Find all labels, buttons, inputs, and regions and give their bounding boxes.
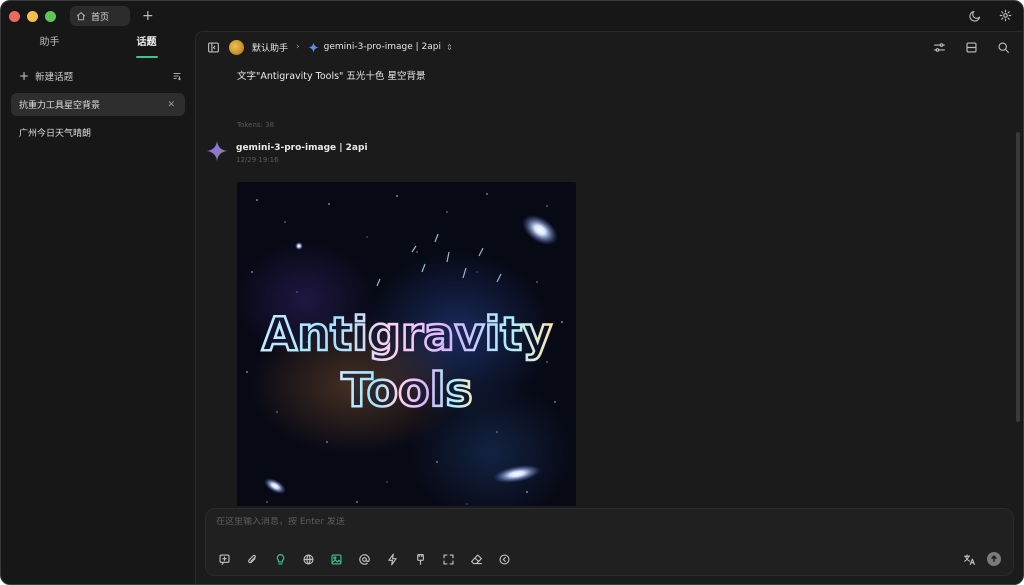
web-search-button[interactable] — [300, 551, 316, 567]
message-meta: Tokens: 38 — [237, 121, 275, 129]
tab-topics[interactable]: 话题 — [98, 33, 195, 59]
translate-arrow-icon — [498, 553, 510, 565]
chat-header: 默认助手 › gemini-3-pro-image | 2api ⇕ — [196, 32, 1023, 62]
sidebar-toggle-icon — [207, 41, 219, 53]
assistant-name[interactable]: 默认助手 — [252, 41, 288, 54]
new-chat-icon — [218, 553, 230, 565]
window-controls — [9, 10, 56, 22]
tab-home[interactable]: 首页 — [70, 6, 130, 26]
clear-button[interactable] — [468, 551, 484, 567]
breadcrumb: 默认助手 › gemini-3-pro-image | 2api ⇕ — [205, 39, 453, 55]
quick-phrase-button[interactable] — [384, 551, 400, 567]
reasoning-button[interactable] — [272, 551, 288, 567]
translate-button[interactable] — [961, 551, 977, 567]
mcp-button[interactable] — [412, 551, 428, 567]
message-composer — [205, 508, 1014, 576]
composer-actions — [961, 551, 1001, 567]
at-icon — [358, 553, 370, 565]
layout-button[interactable] — [963, 39, 979, 55]
message-input[interactable] — [216, 517, 716, 527]
starfield-graphic: Antigravity Tools — [246, 193, 563, 505]
search-button[interactable] — [995, 39, 1011, 55]
new-topic-button[interactable]: + 新建话题 — [19, 65, 185, 87]
plus-icon: + — [19, 69, 30, 83]
new-tab-button[interactable]: + — [142, 9, 154, 23]
gemini-avatar-icon — [206, 140, 228, 162]
topic-label: 抗重力工具星空背景 — [19, 101, 101, 111]
close-window-button[interactable] — [9, 10, 20, 22]
chevron-right-icon: › — [296, 42, 300, 52]
expand-icon — [442, 553, 454, 565]
globe-icon — [302, 553, 314, 565]
model-selector[interactable]: gemini-3-pro-image | 2api ⇕ — [307, 41, 453, 53]
image-text-line2: Tools — [341, 363, 473, 417]
maximize-window-button[interactable] — [45, 10, 56, 22]
arrow-up-icon — [991, 555, 997, 562]
new-topic-label: 新建话题 — [35, 72, 74, 83]
bot-timestamp: 12/29 19:16 — [236, 156, 279, 164]
minimize-window-button[interactable] — [27, 10, 38, 22]
moon-icon — [968, 10, 980, 22]
lightning-icon — [387, 553, 397, 565]
gear-icon — [999, 9, 1011, 21]
sidebar-tabs: 助手 话题 — [1, 33, 195, 59]
title-bar: 首页 + — [1, 1, 1023, 31]
eraser-icon — [470, 553, 482, 564]
search-icon — [997, 41, 1009, 53]
mention-button[interactable] — [356, 551, 372, 567]
chat-settings-button[interactable] — [931, 39, 947, 55]
user-message: 文字"Antigravity Tools" 五光十色 星空背景 — [237, 71, 426, 82]
layout-icon — [965, 41, 977, 53]
scrollbar[interactable] — [1016, 132, 1020, 422]
send-button[interactable] — [987, 552, 1001, 566]
bot-message-header: gemini-3-pro-image | 2api 12/29 19:16 — [206, 140, 368, 164]
topic-label: 广州今日天气晴朗 — [19, 129, 92, 139]
composer-toolbar — [216, 551, 512, 567]
paperclip-icon — [247, 554, 256, 563]
attach-button[interactable] — [244, 551, 260, 567]
bot-name: gemini-3-pro-image | 2api — [236, 143, 368, 153]
image-text-line1: Antigravity — [262, 307, 553, 361]
chat-panel: 默认助手 › gemini-3-pro-image | 2api ⇕ 文字"An… — [195, 31, 1023, 584]
expand-button[interactable] — [440, 551, 456, 567]
translate-icon — [963, 553, 975, 565]
gemini-sparkle-icon — [307, 41, 319, 53]
close-icon[interactable]: ✕ — [167, 100, 175, 110]
toggle-sidebar-button[interactable] — [205, 39, 221, 55]
app-window: 首页 + 助手 话题 + 新建话题 抗重力工具星空背景 ✕ 广州今日天气晴朗 默… — [0, 0, 1024, 585]
assistant-avatar — [229, 39, 244, 55]
image-generation-button[interactable] — [328, 551, 344, 567]
more-button[interactable] — [496, 551, 512, 567]
usb-icon — [416, 553, 424, 565]
lightbulb-icon — [276, 553, 284, 565]
topic-item[interactable]: 抗重力工具星空背景 ✕ — [11, 93, 185, 116]
sort-topics-button[interactable] — [169, 68, 185, 84]
new-chat-button[interactable] — [216, 551, 232, 567]
sort-icon — [173, 73, 181, 81]
image-icon — [330, 553, 342, 565]
tab-assistants[interactable]: 助手 — [1, 33, 98, 59]
tab-home-label: 首页 — [91, 12, 110, 23]
home-icon — [76, 11, 86, 21]
sliders-icon — [933, 42, 945, 52]
model-name: gemini-3-pro-image | 2api — [323, 42, 441, 52]
generated-image[interactable]: Antigravity Tools — [237, 182, 576, 506]
topic-item[interactable]: 广州今日天气晴朗 — [11, 121, 185, 144]
settings-button[interactable] — [997, 7, 1013, 23]
theme-toggle-button[interactable] — [967, 7, 983, 23]
message-list: 文字"Antigravity Tools" 五光十色 星空背景 Tokens: … — [196, 62, 1023, 506]
chevron-updown-icon: ⇕ — [445, 42, 453, 52]
sidebar: 助手 话题 + 新建话题 抗重力工具星空背景 ✕ 广州今日天气晴朗 — [1, 31, 195, 584]
